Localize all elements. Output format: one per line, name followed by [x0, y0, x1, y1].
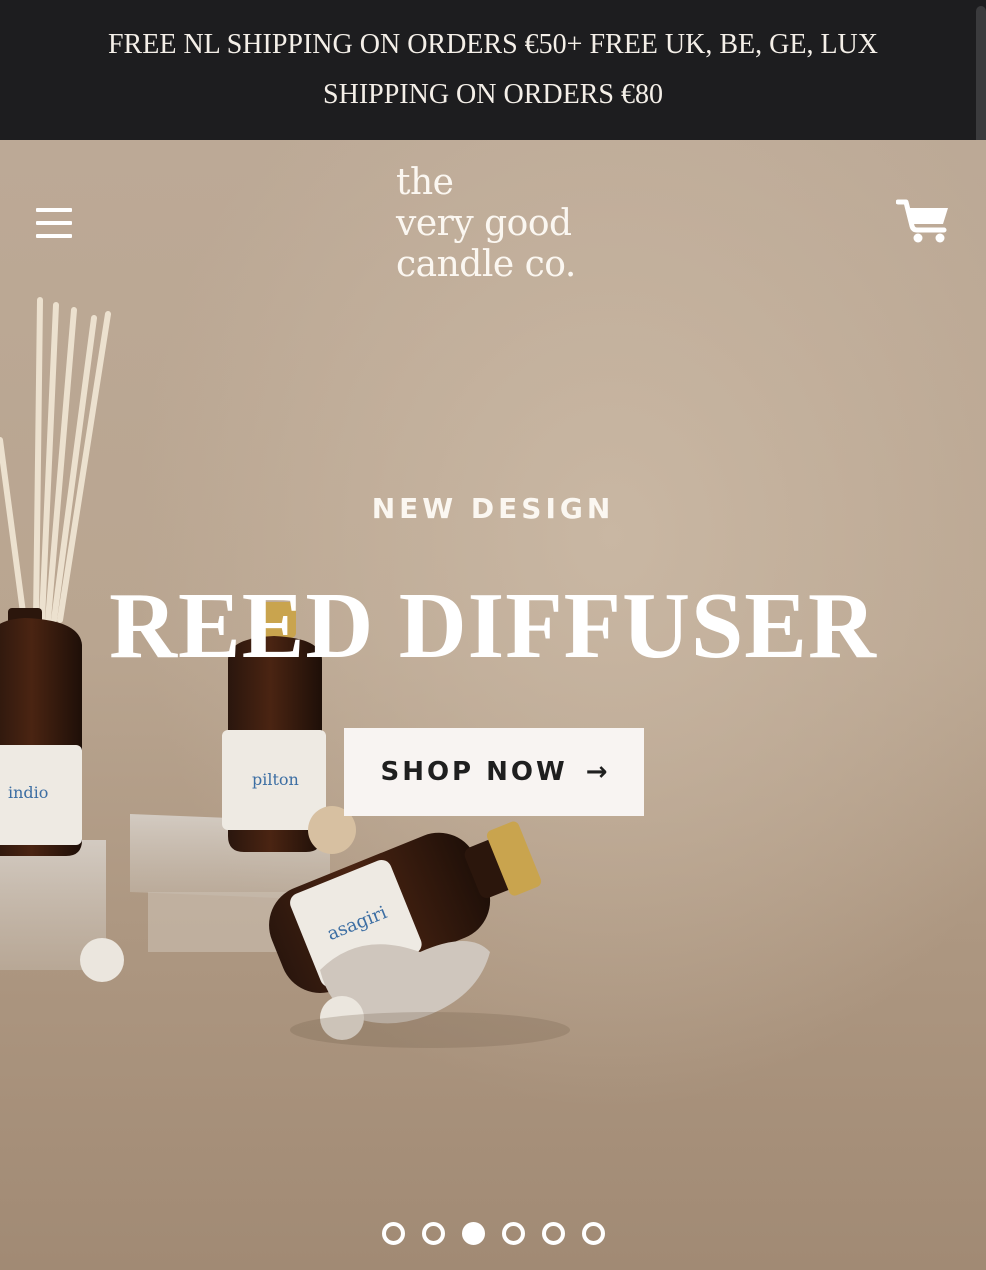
reed-sticks	[0, 297, 111, 623]
slide-dot-6[interactable]	[581, 1222, 605, 1245]
site-logo[interactable]: the very good candle co.	[396, 162, 616, 285]
slide-pagination	[0, 1222, 986, 1245]
hero-eyebrow: NEW DESIGN	[371, 492, 615, 525]
announcement-text: FREE NL SHIPPING ON ORDERS €50+ FREE UK,…	[107, 29, 878, 110]
cart-icon	[895, 199, 948, 243]
svg-text:indio: indio	[8, 783, 48, 802]
cart-button[interactable]	[895, 196, 952, 244]
logo-line: candle co.	[396, 244, 576, 285]
shop-now-button[interactable]: SHOP NOW →	[344, 728, 644, 816]
logo-line: the	[396, 162, 454, 203]
logo-line: very good	[396, 203, 572, 244]
slide-dot-2[interactable]	[421, 1222, 445, 1245]
slide-dot-5[interactable]	[541, 1222, 565, 1245]
menu-button[interactable]	[36, 206, 74, 240]
arrow-right-icon: →	[585, 757, 608, 787]
announcement-bar: FREE NL SHIPPING ON ORDERS €50+ FREE UK,…	[0, 0, 986, 140]
slide-dot-3[interactable]	[461, 1222, 485, 1245]
hero-product-photo: indio pilton asagiri	[0, 297, 570, 1048]
hero-banner: indio pilton asagiri the very good candl…	[0, 140, 986, 1270]
hamburger-menu-icon	[36, 208, 72, 212]
shop-now-label: SHOP NOW	[380, 757, 568, 787]
slide-dot-4[interactable]	[501, 1222, 525, 1245]
svg-text:pilton: pilton	[252, 770, 299, 789]
hero-title: REED DIFFUSER	[109, 574, 877, 678]
seed-pod	[80, 938, 124, 982]
slide-dot-1[interactable]	[381, 1222, 405, 1245]
